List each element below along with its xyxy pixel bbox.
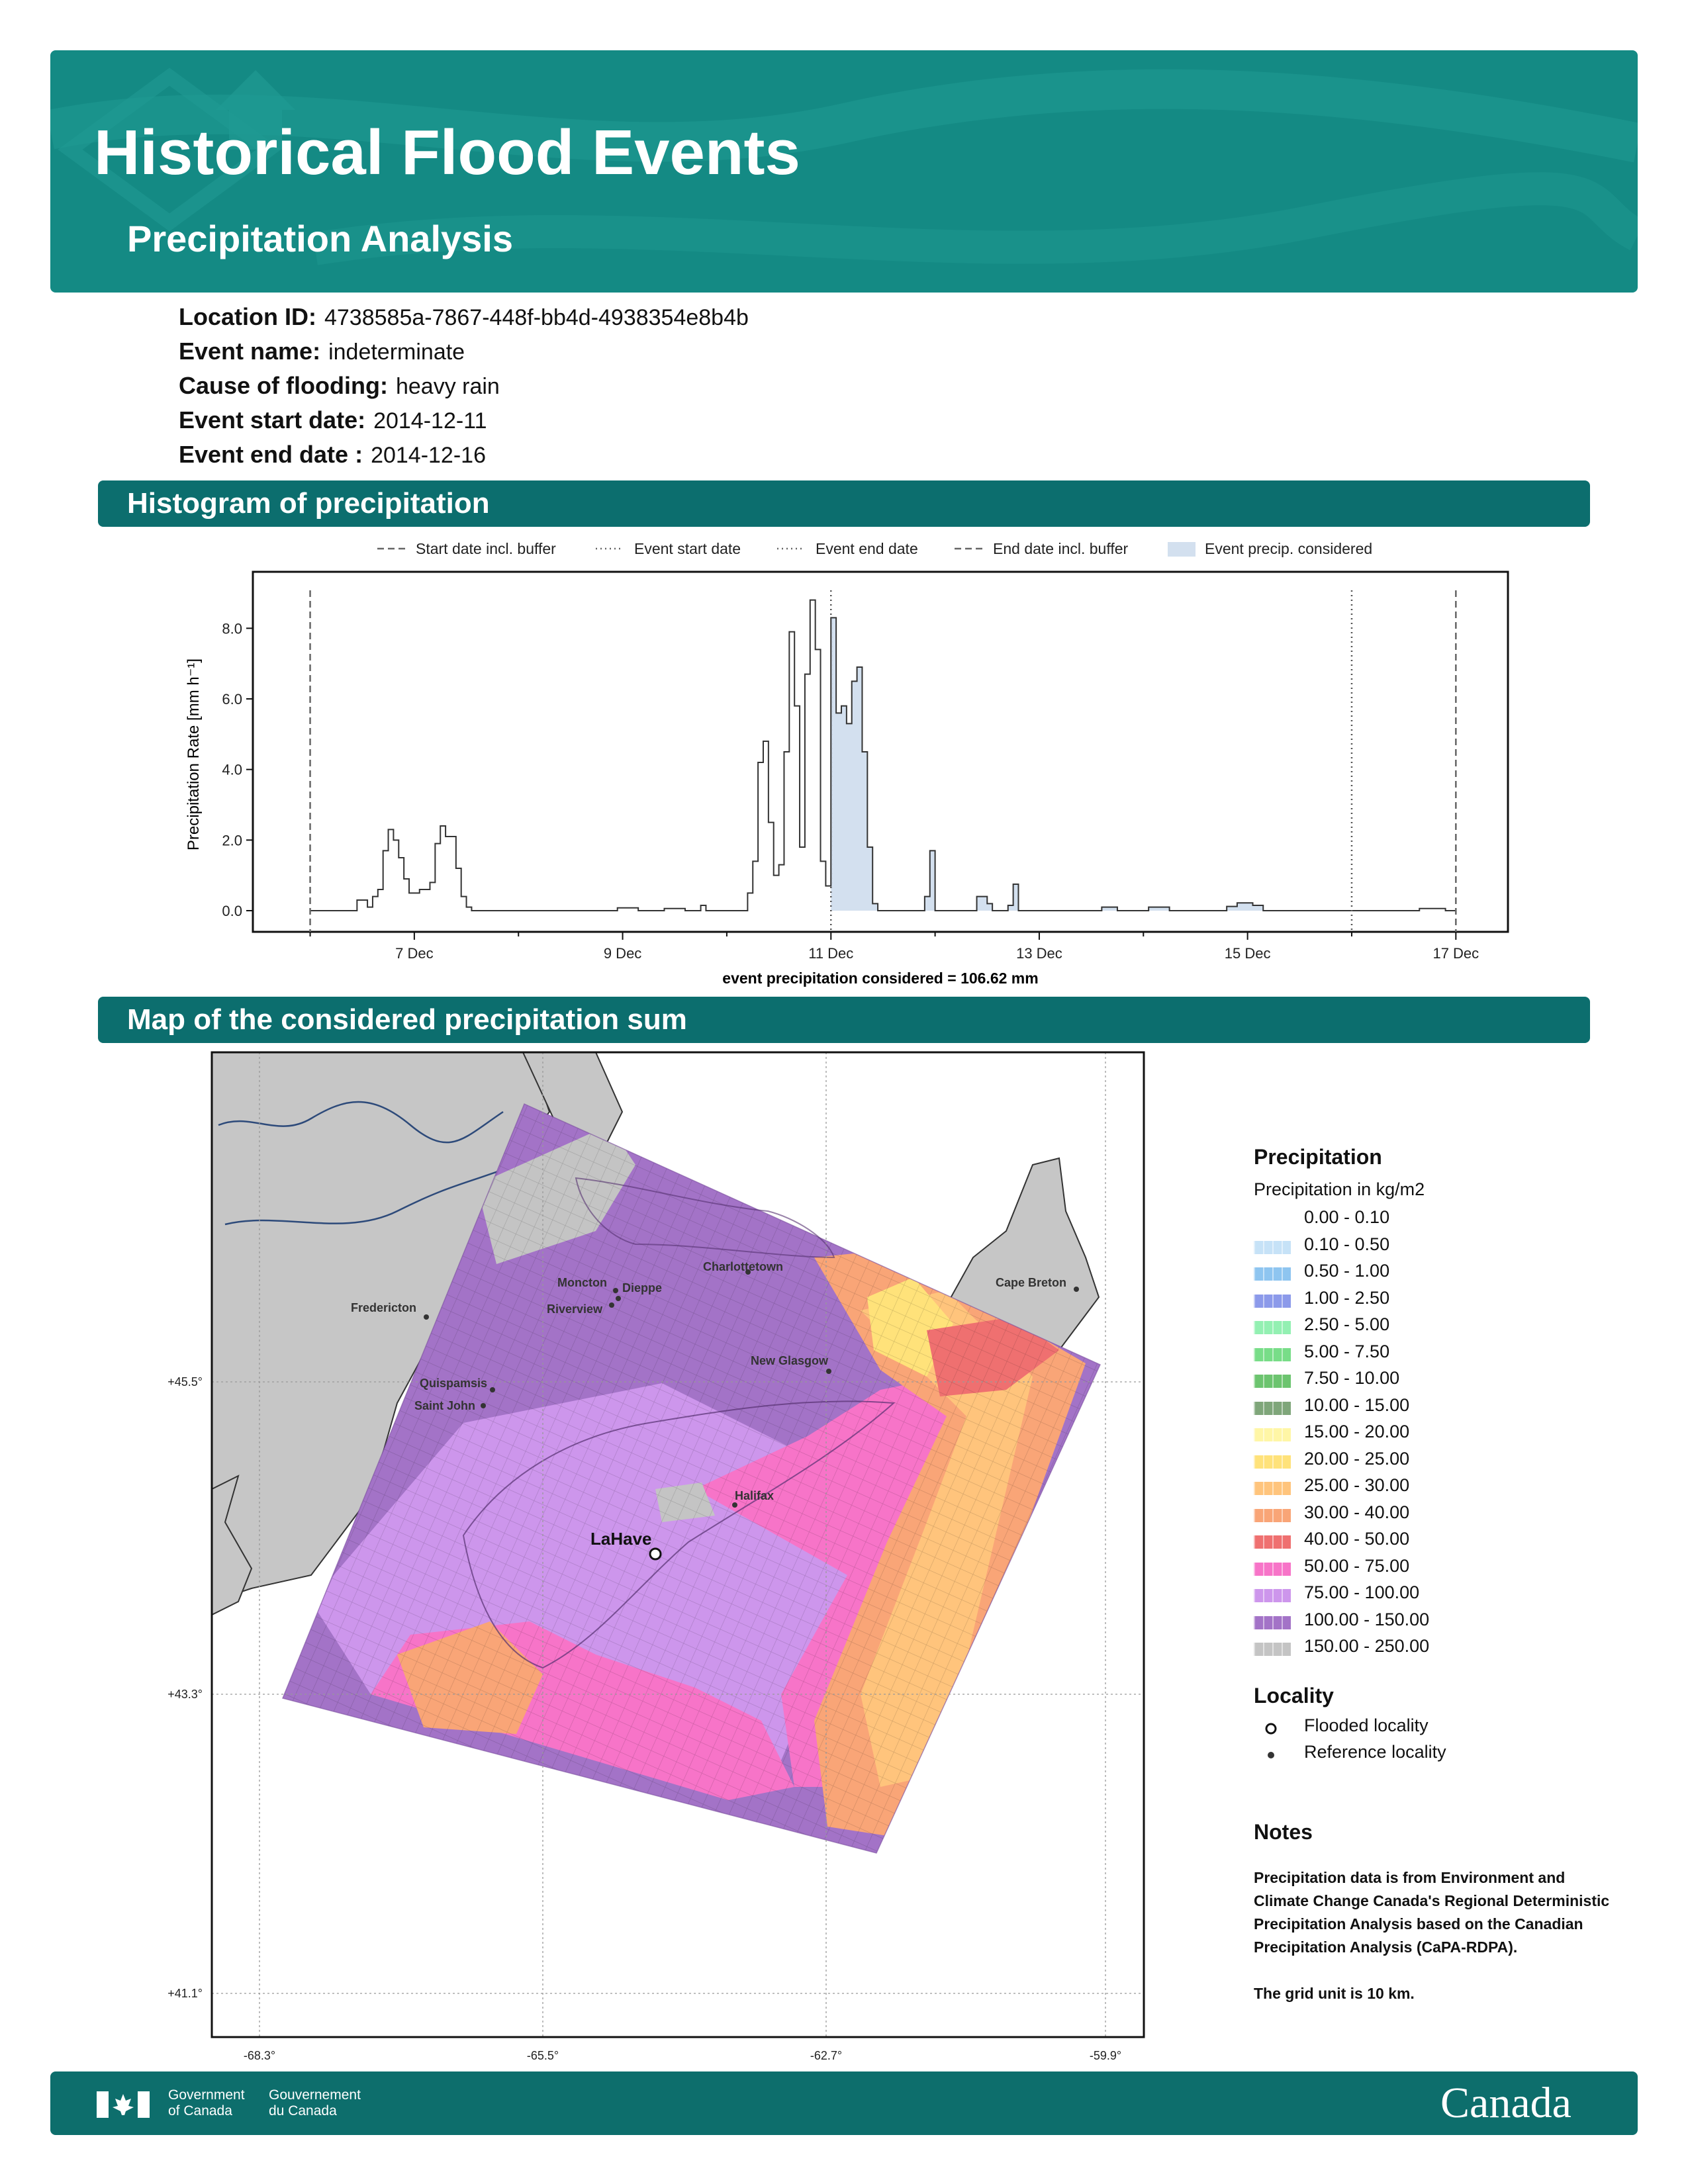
legend-bin-label: 15.00 - 20.00 (1304, 1422, 1410, 1441)
legend-precip-subtitle: Precipitation in kg/m2 (1254, 1179, 1425, 1199)
place-marker (424, 1314, 429, 1320)
legend-bin: 7.50 - 10.00 (1254, 1368, 1598, 1394)
lat-tick: +41.1° (167, 1987, 203, 2000)
legend-precip: Event precip. considered (1205, 540, 1372, 557)
xtick-label: 15 Dec (1225, 945, 1271, 962)
place-cape-breton: Cape Breton (996, 1276, 1066, 1289)
xtick-label: 17 Dec (1432, 945, 1479, 962)
legend-bin-label: 10.00 - 15.00 (1304, 1394, 1410, 1415)
legend-bin: 2.50 - 5.00 (1254, 1314, 1598, 1341)
place-new-glasgow: New Glasgow (751, 1354, 829, 1367)
legend-bin-label: 75.00 - 100.00 (1304, 1582, 1420, 1602)
legend-bin: 75.00 - 100.00 (1254, 1582, 1598, 1609)
legend-bin-swatch (1254, 1401, 1291, 1415)
legend-reference: Reference locality (1254, 1742, 1598, 1768)
legend-bin-swatch (1254, 1455, 1291, 1469)
place-lahave: LaHave (590, 1529, 652, 1549)
legend-bin: 5.00 - 7.50 (1254, 1342, 1598, 1368)
lat-tick: +45.5° (167, 1375, 203, 1388)
legend-bin: 50.00 - 75.00 (1254, 1556, 1598, 1582)
legend-bin-label: 2.50 - 5.00 (1304, 1314, 1390, 1334)
place-marker (1074, 1287, 1079, 1292)
legend-bin: 20.00 - 25.00 (1254, 1449, 1598, 1475)
legend-bin-label: 25.00 - 30.00 (1304, 1475, 1410, 1495)
legend-bin-swatch (1254, 1267, 1291, 1281)
legend-bin-swatch (1254, 1508, 1291, 1522)
notes-text: Precipitation data is from Environment a… (1254, 1869, 1610, 1956)
legend-bin: 100.00 - 150.00 (1254, 1610, 1598, 1636)
place-fredericton: Fredericton (351, 1301, 416, 1314)
place-saint-john: Saint John (414, 1399, 475, 1412)
legend-bin-swatch (1254, 1535, 1291, 1549)
footer-bar: Government of Canada Gouvernement du Can… (50, 2071, 1638, 2135)
legend-bin-swatch (1254, 1643, 1291, 1656)
legend-bin-swatch (1254, 1589, 1291, 1602)
lon-tick: -62.7° (810, 2049, 842, 2062)
notes-title: Notes (1254, 1820, 1313, 1844)
legend-bin: 15.00 - 20.00 (1254, 1422, 1598, 1448)
place-marker (732, 1502, 737, 1508)
legend-bin: 1.00 - 2.50 (1254, 1288, 1598, 1314)
legend-bin-label: 0.50 - 1.00 (1304, 1261, 1390, 1281)
place-marker (826, 1369, 831, 1374)
place-charlottetown: Charlottetown (703, 1260, 783, 1273)
place-marker (613, 1288, 618, 1293)
legend-bin: 0.50 - 1.00 (1254, 1261, 1598, 1287)
place-marker (616, 1296, 621, 1301)
legend-bin-label: 40.00 - 50.00 (1304, 1529, 1410, 1549)
legend-bin-swatch (1254, 1428, 1291, 1441)
place-marker (490, 1387, 495, 1392)
flooded-marker-icon (1265, 1723, 1277, 1735)
place-moncton: Moncton (557, 1276, 607, 1289)
legend-locality-title: Locality (1254, 1684, 1334, 1707)
legend-bin-swatch (1254, 1240, 1291, 1254)
legend-bin-label: 50.00 - 75.00 (1304, 1555, 1410, 1576)
legend-bin-label: 100.00 - 150.00 (1304, 1609, 1430, 1629)
place-halifax: Halifax (735, 1489, 774, 1502)
notes-grid: The grid unit is 10 km. (1254, 1985, 1415, 2002)
legend-bin-swatch (1254, 1482, 1291, 1495)
legend-bin-label: 30.00 - 40.00 (1304, 1502, 1410, 1522)
precipitation-map: -68.3° -65.5° -62.7° -59.9° +45.5° +43.3… (167, 1051, 1145, 2062)
legend-bin: 25.00 - 30.00 (1254, 1475, 1598, 1502)
legend-bin: 30.00 - 40.00 (1254, 1502, 1598, 1529)
canada-wordmark: Canada (1440, 2079, 1571, 2127)
legend-bin-swatch (1254, 1347, 1291, 1361)
gov-fr: Gouvernement du Canada (269, 2087, 361, 2118)
notes-body: Precipitation data is from Environment a… (1254, 1866, 1611, 2005)
legend-bin-swatch (1254, 1562, 1291, 1576)
legend-bin: 150.00 - 250.00 (1254, 1636, 1598, 1662)
legend-bin-swatch (1254, 1321, 1291, 1334)
legend-bin-label: 0.00 - 0.10 (1304, 1207, 1390, 1227)
place-dieppe: Dieppe (622, 1281, 662, 1295)
legend-precip-title: Precipitation (1254, 1145, 1382, 1169)
legend-bin-swatch (1254, 1294, 1291, 1308)
place-riverview: Riverview (547, 1302, 603, 1316)
legend-bin: 10.00 - 15.00 (1254, 1395, 1598, 1422)
legend-flooded: Flooded locality (1254, 1715, 1598, 1742)
legend-bin-label: 20.00 - 25.00 (1304, 1448, 1410, 1469)
place-quispamsis: Quispamsis (420, 1377, 487, 1390)
place-marker (481, 1403, 486, 1408)
flooded-locality-marker (649, 1547, 662, 1561)
legend-bin-swatch (1254, 1214, 1291, 1227)
legend-bin: 0.10 - 0.50 (1254, 1234, 1598, 1261)
lon-tick: -59.9° (1090, 2049, 1121, 2062)
legend-bin: 40.00 - 50.00 (1254, 1529, 1598, 1555)
legend-bin-label: 7.50 - 10.00 (1304, 1368, 1400, 1388)
gov-en: Government of Canada (168, 2087, 245, 2118)
lon-tick: -65.5° (527, 2049, 559, 2062)
legend-bin: 0.00 - 0.10 (1254, 1207, 1598, 1234)
canada-flag-icon (97, 2091, 150, 2118)
legend-bin-label: 1.00 - 2.50 (1304, 1287, 1390, 1308)
lon-tick: -68.3° (244, 2049, 275, 2062)
place-marker (609, 1302, 614, 1308)
lat-tick: +43.3° (167, 1688, 203, 1701)
legend-bin-label: 0.10 - 0.50 (1304, 1234, 1390, 1254)
reference-marker-icon (1268, 1752, 1274, 1758)
legend-bin-label: 150.00 - 250.00 (1304, 1636, 1430, 1656)
legend-bin-label: 5.00 - 7.50 (1304, 1341, 1390, 1361)
legend-bin-swatch (1254, 1615, 1291, 1629)
legend-bin-swatch (1254, 1375, 1291, 1388)
